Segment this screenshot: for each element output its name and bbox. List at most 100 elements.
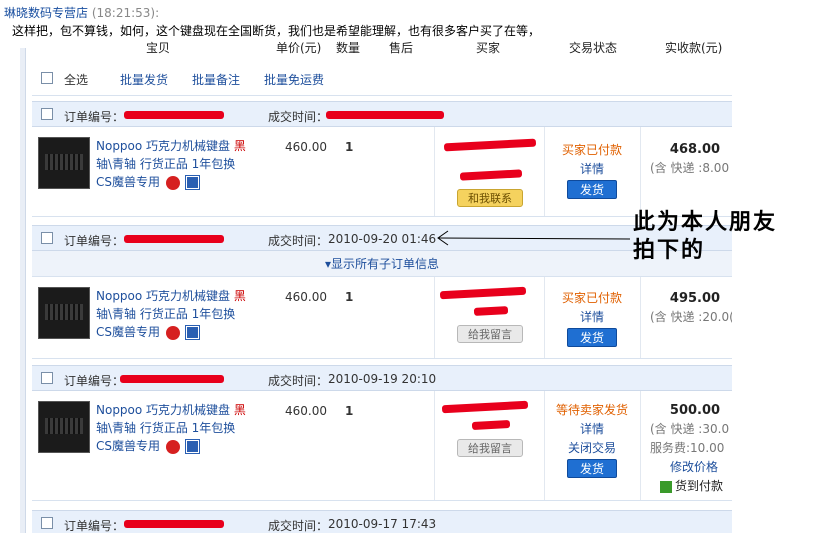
guarantee-icon <box>165 325 180 340</box>
divider <box>434 391 435 500</box>
col-status: 交易状态 <box>569 41 618 55</box>
annotation-text: 此为本人朋友 拍下的 <box>633 208 777 264</box>
close-trade-link[interactable]: 关闭交易 <box>552 439 632 456</box>
modify-price-link[interactable]: 修改价格 <box>650 458 732 475</box>
shipping-fee: (含 快递 :20.0( <box>650 310 732 324</box>
unit-price: 460.00 <box>285 290 327 304</box>
cod-label: 货到付款 <box>650 477 732 494</box>
title-part[interactable]: 轴\青轴 行货正品 1年包换 <box>96 307 235 321</box>
title-part[interactable]: Noppoo 巧克力机械键盘 <box>96 139 234 153</box>
order-checkbox[interactable] <box>41 108 53 120</box>
buyer-id-redaction <box>471 420 511 430</box>
order-panel: 全选 批量发货 批量备注 批量免运费 订单编号： 成交时间： Noppoo 巧克… <box>32 60 732 533</box>
product-title[interactable]: Noppoo 巧克力机械键盘 黑 轴\青轴 行货正品 1年包换 CS魔兽专用 <box>96 287 266 341</box>
contact-me-button[interactable]: 和我联系 <box>457 189 523 207</box>
invoice-icon <box>184 439 200 454</box>
order-header: 订单编号： 成交时间： 2010-09-19 20:10 <box>32 365 732 391</box>
col-after-sale: 售后 <box>389 41 414 55</box>
product-title[interactable]: Noppoo 巧克力机械键盘 黑 轴\青轴 行货正品 1年包换 CS魔兽专用 <box>96 137 266 191</box>
order-row: Noppoo 巧克力机械键盘 黑 轴\青轴 行货正品 1年包换 CS魔兽专用 4… <box>32 277 732 359</box>
amount-value: 468.00 <box>669 142 721 157</box>
bulk-ship-button[interactable]: 批量发货 <box>120 71 168 88</box>
invoice-icon <box>184 175 200 190</box>
deal-time-label: 成交时间： <box>268 519 329 533</box>
deal-time-redaction <box>326 111 444 119</box>
title-highlight[interactable]: 黑 <box>234 403 246 417</box>
ship-button[interactable]: 发货 <box>567 459 617 478</box>
unit-price: 460.00 <box>285 140 327 154</box>
order-row: Noppoo 巧克力机械键盘 黑 轴\青轴 行货正品 1年包换 CS魔兽专用 4… <box>32 127 732 217</box>
title-part[interactable]: 轴\青轴 行货正品 1年包换 <box>96 421 235 435</box>
order-header: 订单编号： 成交时间： <box>32 101 732 127</box>
quantity: 1 <box>345 404 354 418</box>
leave-message-button[interactable]: 给我留言 <box>457 325 523 343</box>
shipping-fee: (含 快递 :8.00 <box>650 161 730 175</box>
select-all-checkbox[interactable] <box>41 72 53 84</box>
title-part[interactable]: Noppoo 巧克力机械键盘 <box>96 403 234 417</box>
annotation-line: 此为本人朋友 <box>633 209 778 235</box>
product-thumbnail[interactable] <box>38 137 90 189</box>
divider <box>640 127 641 216</box>
chat-timestamp: (18:21:53): <box>91 6 160 20</box>
quantity: 1 <box>345 290 354 304</box>
product-title[interactable]: Noppoo 巧克力机械键盘 黑 轴\青轴 行货正品 1年包换 CS魔兽专用 <box>96 401 266 455</box>
left-divider <box>20 48 26 533</box>
order-checkbox[interactable] <box>41 372 53 384</box>
buyer-id-redaction <box>459 169 523 181</box>
order-no-label: 订单编号： <box>64 110 125 124</box>
bulk-free-ship-button[interactable]: 批量免运费 <box>264 71 324 88</box>
cod-text: 货到付款 <box>675 479 724 493</box>
invoice-icon <box>184 325 200 340</box>
title-part[interactable]: CS魔兽专用 <box>96 175 160 189</box>
title-part[interactable]: Noppoo 巧克力机械键盘 <box>96 289 234 303</box>
chat-header: 琳晓数码专营店 (18:21:53): <box>4 4 159 21</box>
detail-link[interactable]: 详情 <box>552 308 632 325</box>
title-part[interactable]: CS魔兽专用 <box>96 325 160 339</box>
title-highlight[interactable]: 黑 <box>234 289 246 303</box>
order-checkbox[interactable] <box>41 517 53 529</box>
order-no-redaction <box>124 235 224 243</box>
divider <box>544 127 545 216</box>
deal-time: 2010-09-19 20:10 <box>328 372 437 386</box>
title-highlight[interactable]: 黑 <box>234 139 246 153</box>
title-part[interactable]: CS魔兽专用 <box>96 439 160 453</box>
bulk-note-button[interactable]: 批量备注 <box>192 71 240 88</box>
order-header: 订单编号： 成交时间： 2010-09-17 17:43 <box>32 510 732 533</box>
deal-time: 2010-09-20 01:46 <box>328 232 437 246</box>
order-no-label: 订单编号： <box>64 234 125 248</box>
ship-button[interactable]: 发货 <box>567 180 617 199</box>
buyer-name-redaction <box>443 138 537 152</box>
guarantee-icon <box>165 439 180 454</box>
status-text: 买家已付款 <box>561 143 622 157</box>
trade-status: 买家已付款 详情 发货 <box>552 141 632 199</box>
buyer-name-redaction <box>439 286 527 300</box>
order-no-redaction <box>120 375 224 383</box>
col-unit-price: 单价(元) <box>276 41 322 55</box>
title-part[interactable]: 轴\青轴 行货正品 1年包换 <box>96 157 235 171</box>
select-all-label[interactable]: 全选 <box>64 71 88 88</box>
unit-price: 460.00 <box>285 404 327 418</box>
order-checkbox[interactable] <box>41 232 53 244</box>
detail-link[interactable]: 详情 <box>552 420 632 437</box>
col-item: 宝贝 <box>146 41 171 55</box>
service-fee: 服务费:10.00 <box>650 441 725 455</box>
divider <box>544 391 545 500</box>
shop-name[interactable]: 琳晓数码专营店 <box>4 6 88 20</box>
product-thumbnail[interactable] <box>38 401 90 453</box>
chat-message: 这样把，包不算钱，如何，这个键盘现在全国断货，我们也是希望能理解，也有很多客户买… <box>12 24 541 38</box>
trade-status: 买家已付款 详情 发货 <box>552 289 632 347</box>
expand-suborders-link[interactable]: ▾显示所有子订单信息 <box>32 251 732 277</box>
amount-value: 495.00 <box>669 291 721 306</box>
ship-button[interactable]: 发货 <box>567 328 617 347</box>
column-headers: 宝贝 单价(元) 数量 售后 买家 交易状态 实收款(元) <box>0 38 823 56</box>
status-text: 等待卖家发货 <box>555 403 628 417</box>
detail-link[interactable]: 详情 <box>552 160 632 177</box>
deal-time-label: 成交时间： <box>268 110 329 124</box>
leave-message-button[interactable]: 给我留言 <box>457 439 523 457</box>
amount-value: 500.00 <box>669 403 721 418</box>
order-row: Noppoo 巧克力机械键盘 黑 轴\青轴 行货正品 1年包换 CS魔兽专用 4… <box>32 391 732 501</box>
divider <box>640 391 641 500</box>
product-thumbnail[interactable] <box>38 287 90 339</box>
divider <box>544 277 545 358</box>
divider <box>434 277 435 358</box>
